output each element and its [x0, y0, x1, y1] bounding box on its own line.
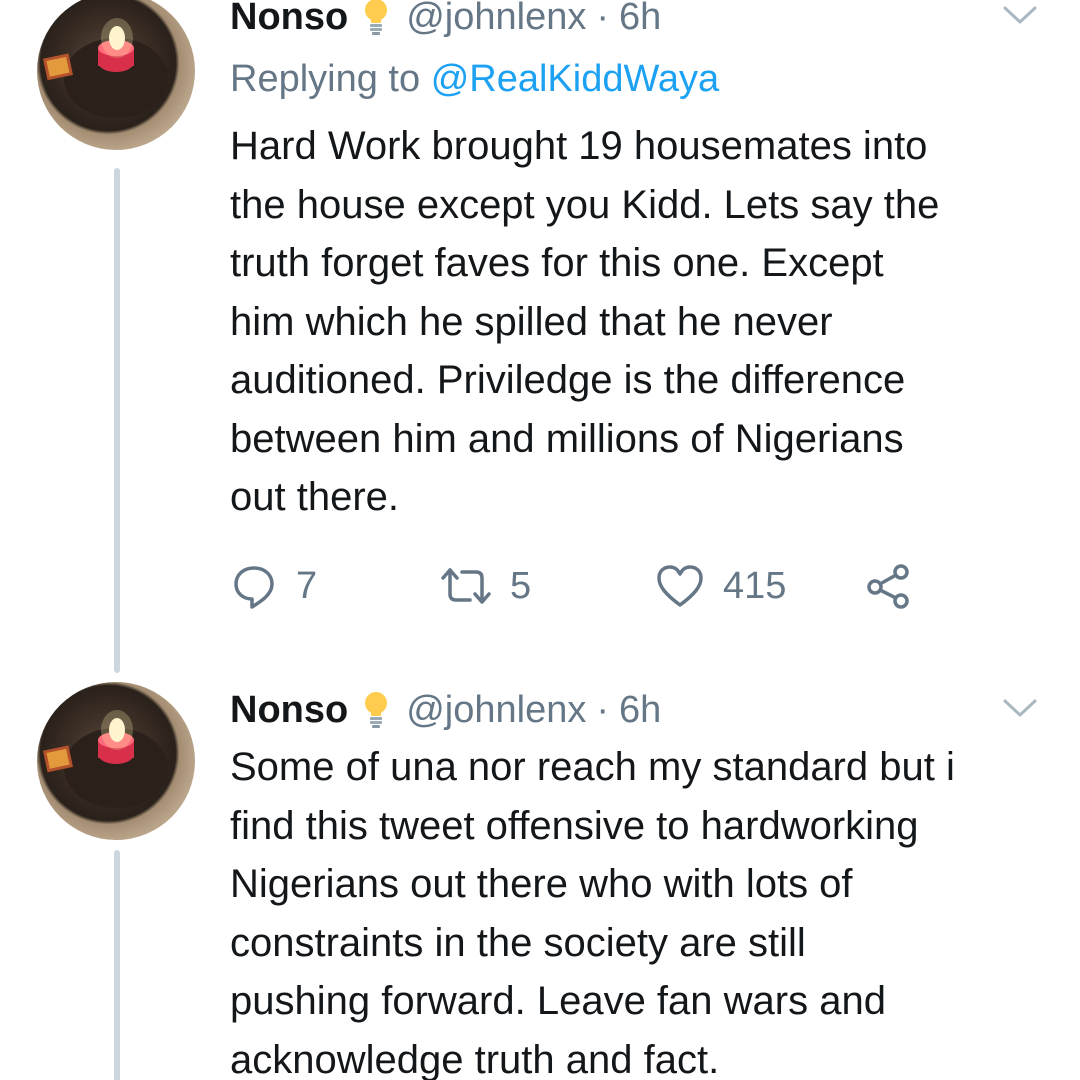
- avatar[interactable]: [37, 0, 195, 150]
- light-bulb-icon: [362, 0, 390, 37]
- separator-dot: ·: [596, 688, 610, 731]
- author-name[interactable]: Nonso: [230, 0, 348, 39]
- thread-line: [114, 850, 120, 1080]
- heart-icon: [655, 563, 705, 609]
- share-icon: [865, 562, 913, 610]
- chevron-down-icon[interactable]: [1002, 697, 1038, 719]
- thread-line: [114, 168, 120, 673]
- reply-button[interactable]: 7: [230, 558, 317, 614]
- chevron-down-icon[interactable]: [1002, 4, 1038, 26]
- reply-count: 7: [296, 564, 318, 607]
- author-handle[interactable]: @johnlenx: [406, 0, 586, 39]
- tweet-text-line: the house except you Kidd. Lets say the: [230, 182, 940, 227]
- separator-dot: ·: [596, 0, 610, 38]
- tweet-text: Some of una nor reach my standard but i …: [230, 738, 1050, 1080]
- tweet-text-line: Nigerians out there who with lots of: [230, 862, 853, 906]
- candle-photo: [42, 18, 168, 118]
- tweet-text-line: truth forget faves for this one. Except: [230, 241, 884, 285]
- retweet-count: 5: [510, 564, 532, 607]
- candle-photo: [42, 710, 168, 808]
- retweet-button[interactable]: 5: [440, 558, 531, 614]
- tweet[interactable]: Nonso @johnlenx · 6h Some of una nor rea…: [0, 680, 1080, 1080]
- tweet-text-line: auditioned. Priviledge is the difference: [230, 358, 906, 402]
- tweet-time[interactable]: 6h: [619, 689, 661, 732]
- replying-to: Replying to @RealKiddWaya: [230, 58, 719, 101]
- avatar[interactable]: [37, 682, 195, 840]
- like-button[interactable]: 415: [655, 558, 786, 614]
- tweet[interactable]: Nonso @johnlenx · 6h Replying to @RealKi…: [0, 0, 1080, 680]
- author-name[interactable]: Nonso: [230, 689, 348, 732]
- retweet-icon: [440, 566, 492, 606]
- reply-bubble-icon: [230, 562, 278, 610]
- like-count: 415: [723, 564, 787, 607]
- tweet-header: Nonso @johnlenx · 6h: [230, 0, 661, 42]
- tweet-text-line: him which he spilled that he never: [230, 299, 833, 344]
- replying-to-label: Replying to: [230, 58, 421, 100]
- tweet-text: Hard Work brought 19 housemates into the…: [230, 117, 1050, 527]
- light-bulb-icon: [362, 690, 390, 730]
- tweet-header: Nonso @johnlenx · 6h: [230, 685, 661, 735]
- tweet-text-line: Hard Work brought 19 housemates into: [230, 124, 928, 168]
- tweet-text-line: pushing forward. Leave fan wars and: [230, 979, 886, 1023]
- tweet-actions: 7 5 415: [230, 558, 930, 614]
- share-button[interactable]: [865, 558, 913, 614]
- tweet-text-line: Some of una nor reach my standard but i: [230, 745, 955, 789]
- tweet-time[interactable]: 6h: [619, 0, 661, 39]
- tweet-text-line: acknowledge truth and fact.: [230, 1037, 720, 1080]
- tweet-text-line: out there.: [230, 475, 400, 519]
- tweet-text-line: between him and millions of Nigerians: [230, 416, 904, 461]
- tweet-text-line: constraints in the society are still: [230, 920, 806, 965]
- tweet-text-line: find this tweet offensive to hardworking: [230, 803, 919, 848]
- author-handle[interactable]: @johnlenx: [406, 689, 586, 732]
- reply-mention-link[interactable]: @RealKiddWaya: [431, 58, 720, 100]
